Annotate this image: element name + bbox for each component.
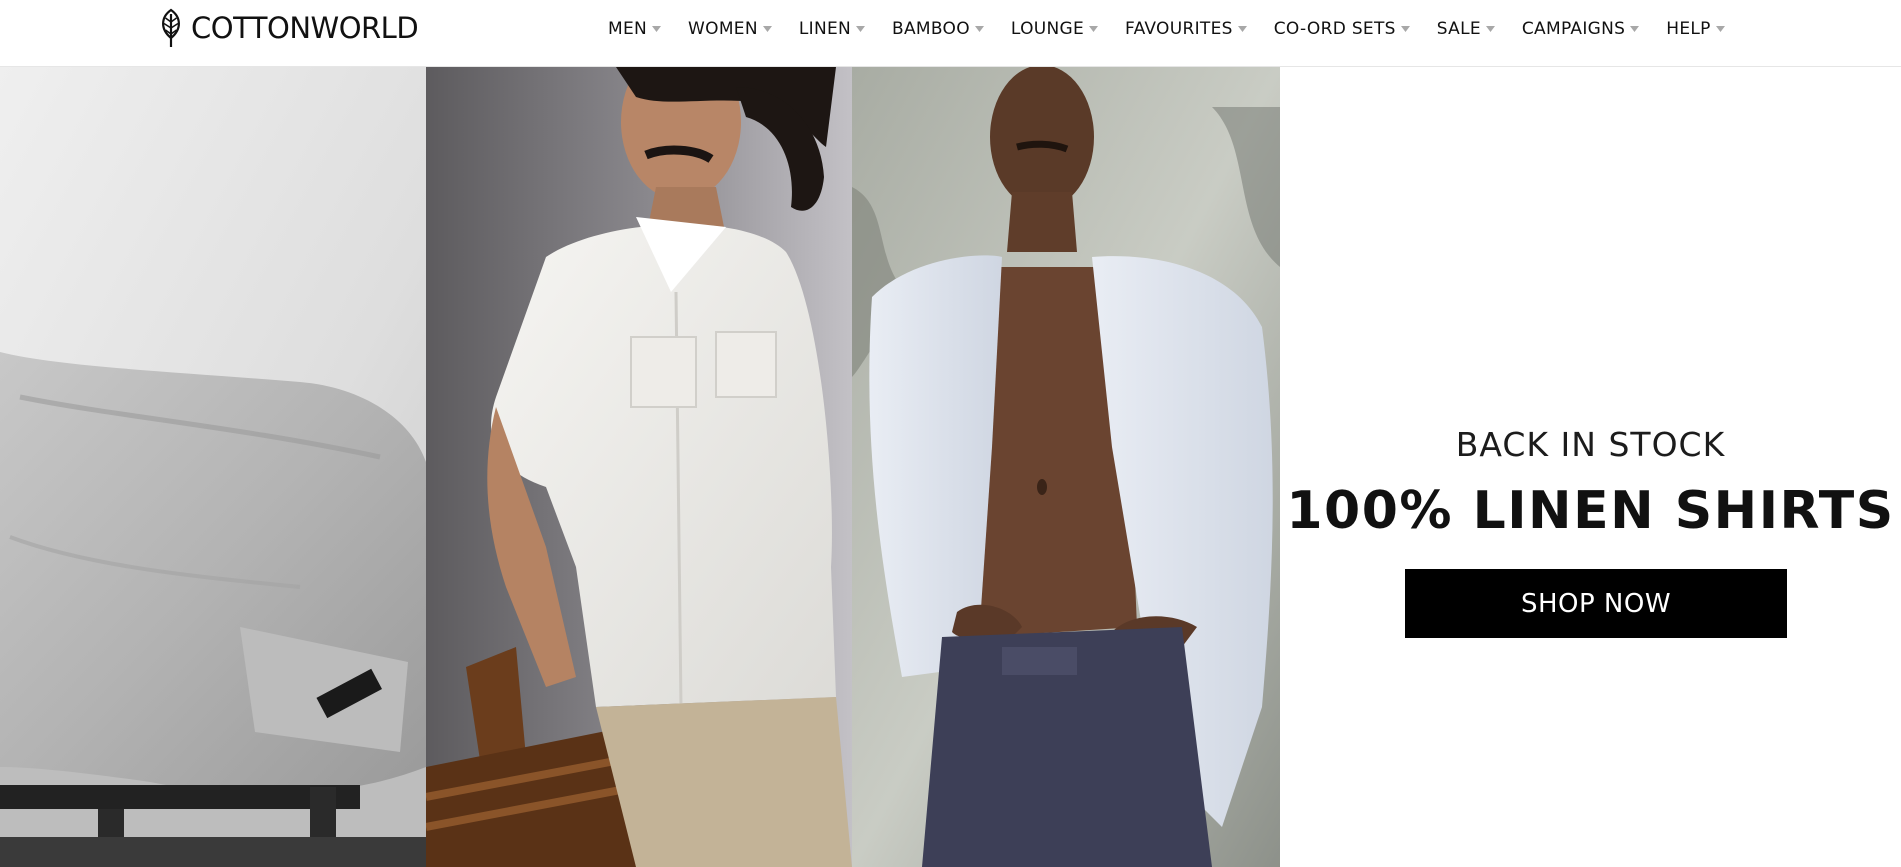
chevron-down-icon <box>1715 26 1725 32</box>
hero-image-model-open-shirt <box>852 67 1280 867</box>
chevron-down-icon <box>1630 26 1640 32</box>
brand-name: COTTONWORLD <box>191 11 419 45</box>
nav-item-linen[interactable]: LINEN <box>798 19 866 39</box>
chevron-down-icon <box>856 26 866 32</box>
promo-eyebrow: BACK IN STOCK <box>1455 425 1726 464</box>
nav-item-label: SALE <box>1436 19 1481 39</box>
chevron-down-icon <box>974 26 984 32</box>
chevron-down-icon <box>1089 26 1099 32</box>
nav-item-label: LOUNGE <box>1010 19 1085 39</box>
hero-image-folded-shirt <box>0 67 426 867</box>
nav-item-sale[interactable]: SALE <box>1437 19 1495 39</box>
nav-item-men[interactable]: MEN <box>608 19 662 39</box>
nav-item-label: BAMBOO <box>892 19 970 39</box>
nav-item-bamboo[interactable]: BAMBOO <box>892 19 984 39</box>
chevron-down-icon <box>1485 26 1495 32</box>
nav-item-co-ord-sets[interactable]: CO-ORD SETS <box>1274 19 1410 39</box>
nav-item-label: WOMEN <box>688 19 758 39</box>
promo-panel: BACK IN STOCK 100% LINEN SHIRTS SHOP NOW <box>1280 67 1901 867</box>
nav-item-women[interactable]: WOMEN <box>688 19 772 39</box>
nav-item-lounge[interactable]: LOUNGE <box>1010 19 1099 39</box>
chevron-down-icon <box>762 26 772 32</box>
nav-item-favourites[interactable]: FAVOURITES <box>1125 19 1247 39</box>
leaf-icon <box>162 8 180 47</box>
nav-item-label: HELP <box>1666 19 1711 39</box>
nav-item-label: CAMPAIGNS <box>1521 19 1626 39</box>
nav-item-label: FAVOURITES <box>1125 19 1233 39</box>
nav-item-campaigns[interactable]: CAMPAIGNS <box>1521 19 1640 39</box>
chevron-down-icon <box>1400 26 1410 32</box>
nav-item-label: LINEN <box>798 19 852 39</box>
hero-image-model-white-shirt <box>426 67 852 867</box>
chevron-down-icon <box>652 26 662 32</box>
nav-item-label: MEN <box>608 19 648 39</box>
site-header: COTTONWORLD MEN WOMEN LINEN BAMBOO LOUNG… <box>0 0 1901 67</box>
chevron-down-icon <box>1237 26 1247 32</box>
shop-now-button[interactable]: SHOP NOW <box>1405 569 1787 638</box>
nav-item-help[interactable]: HELP <box>1666 19 1725 39</box>
main-nav: MEN WOMEN LINEN BAMBOO LOUNGE FAVOURITES… <box>608 14 1725 44</box>
hero-banner[interactable]: BACK IN STOCK 100% LINEN SHIRTS SHOP NOW <box>0 67 1901 867</box>
nav-item-label: CO-ORD SETS <box>1273 19 1396 39</box>
brand-logo[interactable]: COTTONWORLD <box>157 8 419 48</box>
promo-title: 100% LINEN SHIRTS <box>1286 481 1895 541</box>
